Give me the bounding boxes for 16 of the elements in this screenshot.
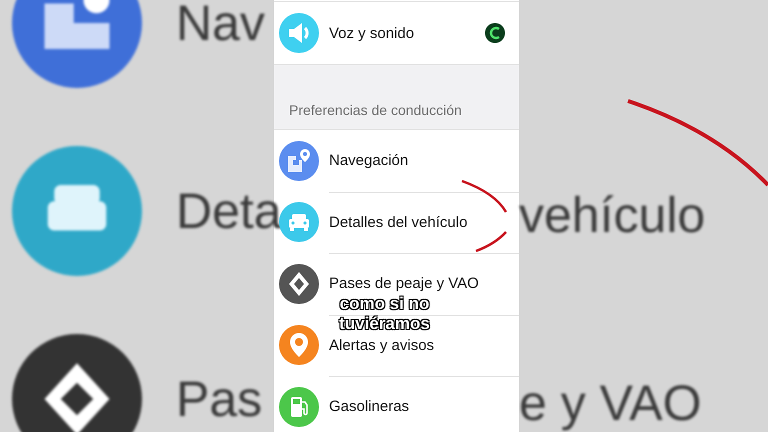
blurred-label: Pas (176, 374, 262, 424)
row-label: Gasolineras (329, 398, 410, 416)
settings-row[interactable]: Gasolineras (274, 376, 519, 432)
caption-text: como si no (340, 294, 430, 314)
row-label: Navegación (329, 152, 408, 170)
row-label: Alertas y avisos (329, 336, 434, 354)
blurred-label: vehículo (519, 190, 706, 240)
section-header: Preferencias de conducción (289, 102, 462, 118)
caption-text: tuviéramos (339, 314, 430, 334)
row-label: Pases de peaje y VAO (329, 275, 479, 292)
blurred-label: e y VAO (519, 378, 702, 428)
blurred-label: Nav (176, 0, 265, 48)
row-label: Voz y sonido (329, 24, 414, 42)
logo-icon (485, 23, 505, 43)
row-label: Detalles del vehículo (329, 214, 468, 231)
diamond-icon (12, 334, 142, 432)
